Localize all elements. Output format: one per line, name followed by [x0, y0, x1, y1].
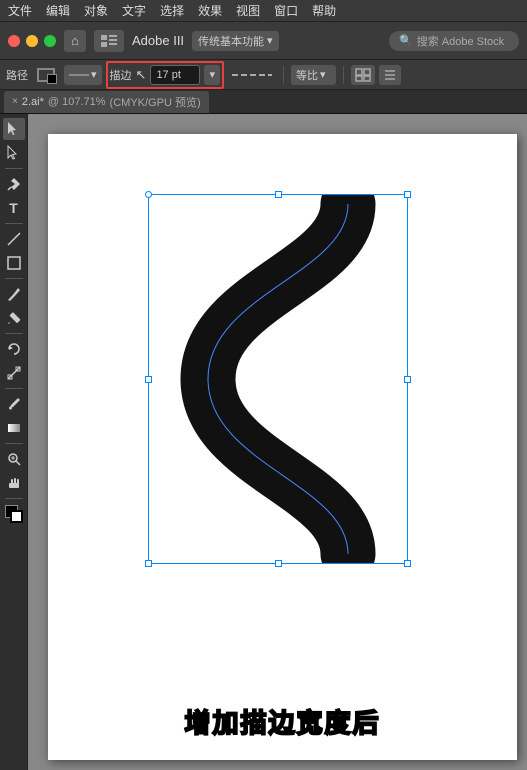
art-area: [148, 194, 408, 564]
tab-zoom: @ 107.71%: [48, 96, 106, 108]
stroke-type-dropdown[interactable]: ▾: [64, 65, 102, 85]
options-menu-button[interactable]: [379, 65, 401, 85]
toolbar-separator-3: [5, 278, 23, 279]
zoom-tool-button[interactable]: [3, 448, 25, 470]
menu-edit[interactable]: 编辑: [46, 2, 70, 19]
fill-stroke-boxes[interactable]: [3, 503, 25, 525]
ratio-dropdown[interactable]: 等比 ▾: [291, 65, 336, 85]
layout-button[interactable]: [94, 30, 124, 52]
main-layout: T: [0, 114, 527, 770]
search-stock-input[interactable]: 🔍 搜索 Adobe Stock: [389, 31, 519, 51]
pen-tool-button[interactable]: [3, 173, 25, 195]
tab-bar: × 2.ai* @ 107.71% (CMYK/GPU 预览): [0, 90, 527, 114]
options-divider-1: [283, 66, 284, 84]
stroke-width-input[interactable]: 17 pt: [150, 65, 200, 85]
artwork-svg: [148, 194, 408, 564]
toolbar-separator-4: [5, 333, 23, 334]
menu-file[interactable]: 文件: [8, 2, 32, 19]
search-icon: 🔍: [399, 34, 413, 47]
menu-select[interactable]: 选择: [160, 2, 184, 19]
menu-object[interactable]: 对象: [84, 2, 108, 19]
rectangle-tool-button[interactable]: [3, 252, 25, 274]
canvas-area: 增加描边宽度后: [28, 114, 527, 770]
document-tab[interactable]: × 2.ai* @ 107.71% (CMYK/GPU 预览): [4, 91, 209, 113]
toolbar-separator-2: [5, 223, 23, 224]
menu-type[interactable]: 文字: [122, 2, 146, 19]
menu-bar: 文件 编辑 对象 文字 选择 效果 视图 窗口 帮助: [0, 0, 527, 22]
home-button[interactable]: ⌂: [64, 30, 86, 52]
maximize-window-button[interactable]: [44, 35, 56, 47]
toolbar-separator-5: [5, 388, 23, 389]
app-name: Adobe III: [132, 33, 184, 48]
arrange-button[interactable]: [351, 65, 375, 85]
pencil-tool-button[interactable]: [3, 307, 25, 329]
tab-close-button[interactable]: ×: [12, 96, 18, 107]
options-divider-2: [343, 66, 344, 84]
stroke-width-highlight: 描边 ↖ 17 pt ▾: [106, 61, 224, 89]
select-tool-button[interactable]: [3, 118, 25, 140]
path-label: 路径: [6, 67, 28, 83]
toolbar-separator-1: [5, 168, 23, 169]
direct-select-tool-button[interactable]: [3, 142, 25, 164]
stroke-label: 描边: [110, 67, 132, 83]
type-tool-button[interactable]: T: [3, 197, 25, 219]
workspace-dropdown[interactable]: 传统基本功能 ▾: [192, 31, 279, 51]
stroke-box: [10, 510, 23, 523]
tab-colormode: (CMYK/GPU 预览): [110, 94, 201, 110]
hand-tool-button[interactable]: [3, 472, 25, 494]
menu-help[interactable]: 帮助: [312, 2, 336, 19]
menu-window[interactable]: 窗口: [274, 2, 298, 19]
gradient-tool-button[interactable]: [3, 417, 25, 439]
stroke-unit-dropdown[interactable]: ▾: [204, 65, 220, 85]
traffic-lights: [8, 35, 56, 47]
title-bar: ⌂ Adobe III 传统基本功能 ▾ 🔍 搜索 Adobe Stock: [0, 22, 527, 60]
close-window-button[interactable]: [8, 35, 20, 47]
line-tool-button[interactable]: [3, 228, 25, 250]
minimize-window-button[interactable]: [26, 35, 38, 47]
toolbar-separator-6: [5, 443, 23, 444]
dash-line-preview: [232, 71, 272, 79]
toolbar-separator-7: [5, 498, 23, 499]
scale-tool-button[interactable]: [3, 362, 25, 384]
caption-area: 增加描边宽度后: [184, 703, 380, 740]
rotate-tool-button[interactable]: [3, 338, 25, 360]
tab-filename: 2.ai*: [22, 96, 44, 108]
type-icon: T: [9, 200, 18, 216]
menu-effect[interactable]: 效果: [198, 2, 222, 19]
caption-text: 增加描边宽度后: [184, 709, 380, 738]
eyedropper-tool-button[interactable]: [3, 393, 25, 415]
options-bar: 路径 ▾ 描边 ↖ 17 pt ▾ 等比 ▾: [0, 60, 527, 90]
menu-view[interactable]: 视图: [236, 2, 260, 19]
canvas-document: 增加描边宽度后: [48, 134, 517, 760]
paintbrush-tool-button[interactable]: [3, 283, 25, 305]
stroke-color-swatch[interactable]: [32, 65, 60, 85]
left-toolbar: T: [0, 114, 28, 770]
cursor-icon: ↖: [136, 67, 147, 83]
